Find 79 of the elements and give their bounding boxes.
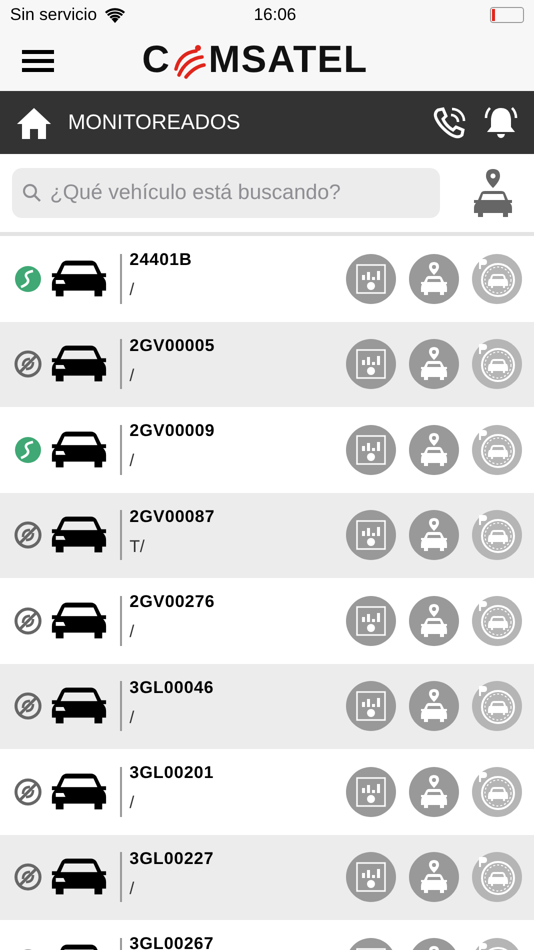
- report-button[interactable]: [346, 424, 396, 475]
- vehicle-detail: /: [130, 451, 136, 471]
- bell-icon[interactable]: [484, 104, 518, 140]
- vehicle-row[interactable]: 2GV00009 /: [0, 407, 534, 492]
- vehicle-plate: 2GV00276: [130, 592, 215, 612]
- logo-text: C: [142, 39, 170, 82]
- vehicle-row[interactable]: 24401B /: [0, 236, 534, 322]
- menu-button[interactable]: [22, 48, 54, 72]
- parking-button[interactable]: [472, 596, 522, 646]
- phone-icon[interactable]: [432, 106, 468, 140]
- clock-text: 16:06: [254, 5, 296, 25]
- report-button[interactable]: [346, 254, 396, 304]
- vehicle-plate: 3GL00201: [130, 763, 214, 783]
- report-button[interactable]: [346, 852, 396, 902]
- vehicle-row[interactable]: 3GL00267: [0, 920, 534, 950]
- car-icon: [50, 686, 108, 726]
- parking-button[interactable]: [472, 510, 522, 560]
- page-title: MONITOREADOS: [68, 110, 240, 134]
- vehicle-detail: T/: [130, 536, 146, 556]
- report-button[interactable]: [346, 339, 396, 390]
- vehicle-row[interactable]: 2GV00276 /: [0, 578, 534, 664]
- report-icon: [355, 861, 387, 894]
- vehicle-row[interactable]: 2GV00005 /: [0, 322, 534, 407]
- parking-button[interactable]: [472, 254, 522, 304]
- vehicle-detail: /: [130, 622, 136, 642]
- vehicle-detail: /: [130, 708, 136, 728]
- car-icon: [50, 857, 108, 898]
- car-icon: [50, 600, 108, 641]
- vehicle-plate: 2GV00087: [130, 506, 215, 526]
- report-button[interactable]: [346, 596, 396, 646]
- vehicle-row[interactable]: 3GL00046 /: [0, 664, 534, 749]
- parking-button[interactable]: [472, 766, 522, 817]
- locate-button[interactable]: [409, 596, 459, 646]
- report-icon: [355, 434, 387, 466]
- report-button[interactable]: [346, 766, 396, 817]
- car-icon: [50, 258, 108, 299]
- locate-button[interactable]: [409, 852, 459, 902]
- car-icon: [50, 430, 108, 470]
- logo-text: MSATEL: [208, 39, 368, 82]
- wifi-icon: [104, 8, 125, 22]
- vehicle-detail: /: [130, 366, 136, 386]
- vehicle-plate: 2GV00009: [130, 421, 215, 441]
- vehicle-plate: 3GL00267: [130, 934, 214, 950]
- car-icon: [50, 515, 108, 556]
- vehicle-plate: 3GL00046: [130, 678, 214, 698]
- vehicle-detail: /: [130, 878, 136, 898]
- report-icon: [355, 348, 387, 380]
- report-icon: [355, 776, 387, 808]
- locate-button[interactable]: [409, 766, 459, 817]
- report-icon: [355, 519, 387, 552]
- menu-icon: [22, 48, 54, 72]
- locate-button[interactable]: [409, 681, 459, 732]
- car-icon: [50, 772, 108, 812]
- vehicle-plate: 2GV00005: [130, 336, 215, 356]
- car-location-icon[interactable]: [472, 169, 514, 217]
- locate-button[interactable]: [409, 510, 459, 560]
- vehicle-plate: 24401B: [130, 250, 192, 270]
- report-button[interactable]: [346, 681, 396, 732]
- parking-button[interactable]: [472, 424, 522, 475]
- locate-button[interactable]: [409, 339, 459, 390]
- home-icon[interactable]: [16, 106, 52, 138]
- report-icon: [355, 690, 387, 722]
- carrier-text: Sin servicio: [10, 5, 97, 25]
- vehicle-row[interactable]: 3GL00201 /: [0, 749, 534, 834]
- vehicle-row[interactable]: 2GV00087 T/: [0, 492, 534, 578]
- parking-button[interactable]: [472, 339, 522, 390]
- locate-button[interactable]: [409, 254, 459, 304]
- vehicle-detail: /: [130, 280, 136, 300]
- battery-icon: [490, 7, 524, 23]
- report-button[interactable]: [346, 510, 396, 560]
- car-icon: [50, 344, 108, 384]
- locate-button[interactable]: [409, 424, 459, 475]
- vehicle-detail: /: [130, 793, 136, 813]
- search-field[interactable]: ¿Qué vehículo está buscando?: [12, 168, 440, 218]
- report-icon: [355, 262, 387, 295]
- parking-button[interactable]: [472, 681, 522, 732]
- vehicle-plate: 3GL00227: [130, 848, 214, 868]
- report-icon: [355, 604, 387, 637]
- vehicle-row[interactable]: 3GL00227 /: [0, 834, 534, 920]
